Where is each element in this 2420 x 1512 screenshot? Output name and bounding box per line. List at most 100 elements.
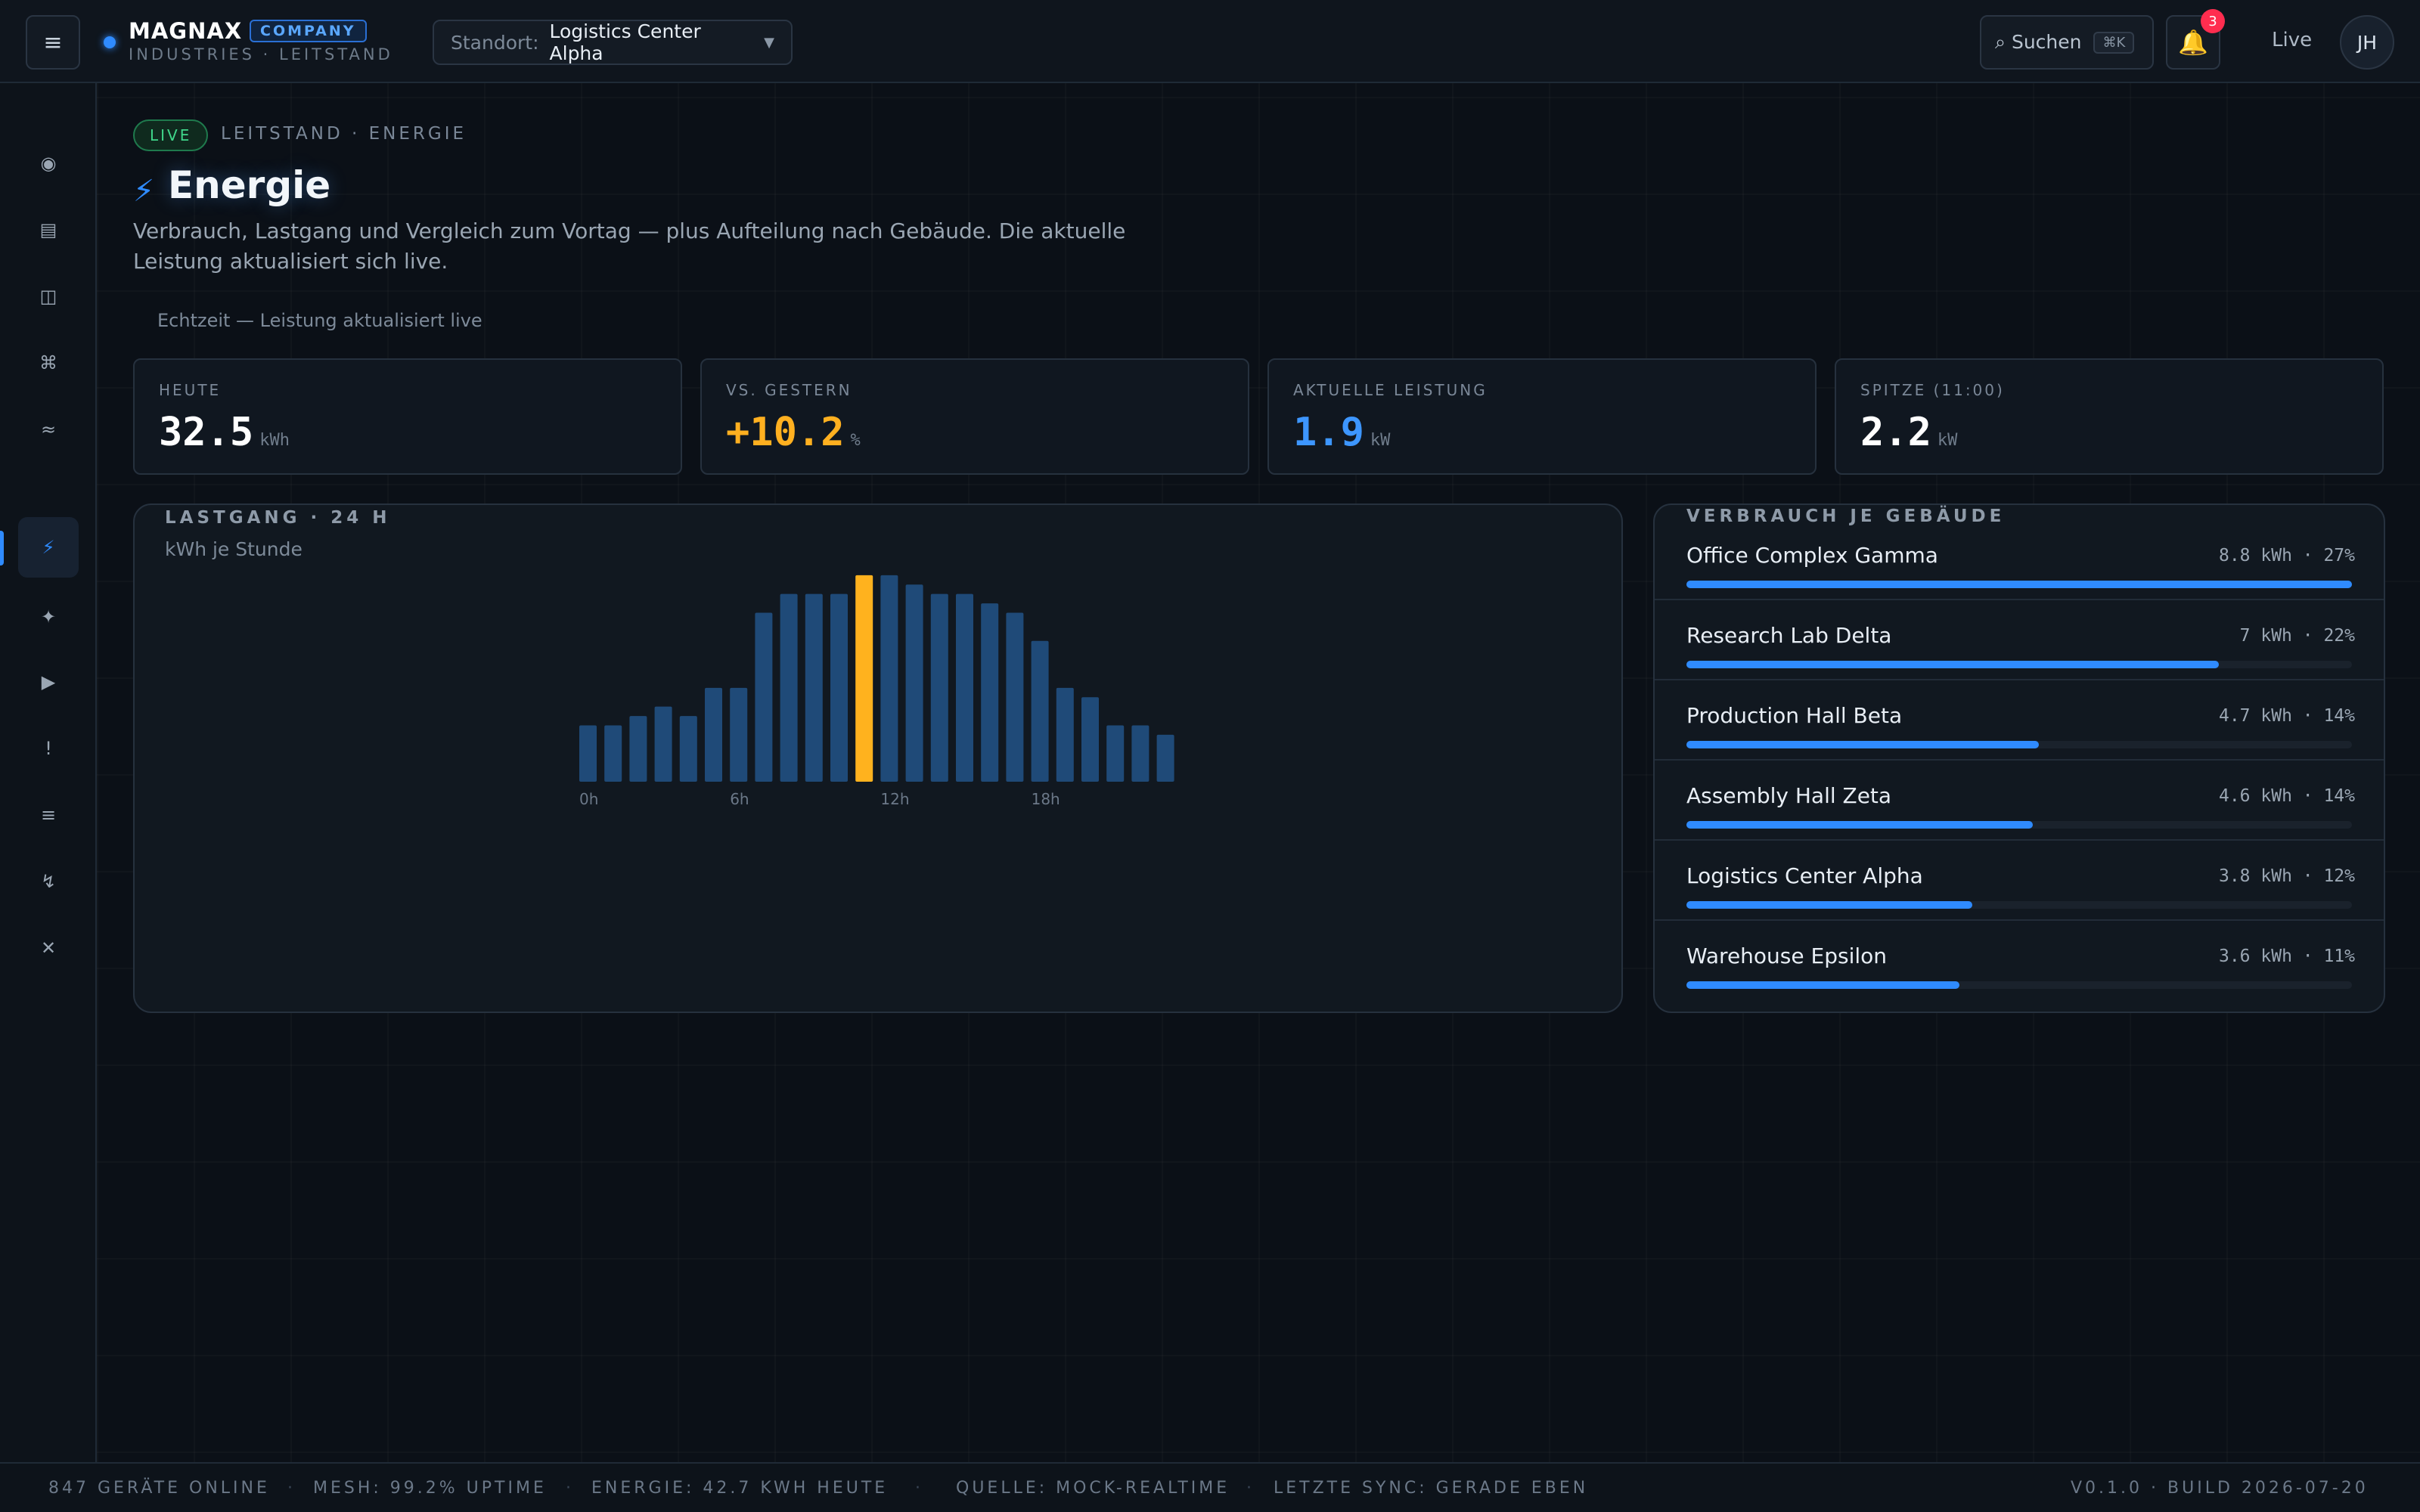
kpi-unit: kW: [1937, 431, 1958, 450]
chart-bar-7: [755, 612, 773, 782]
building-name: Assembly Hall Zeta: [1686, 783, 1892, 808]
building-consumption-panel: VERBRAUCH JE GEBÄUDE Office Complex Gamm…: [1653, 503, 2385, 1013]
building-row[interactable]: Logistics Center Alpha 3.8 kWh · 12%: [1655, 841, 2384, 921]
menu-icon[interactable]: ≡: [26, 15, 80, 70]
site-select-label: Standort:: [451, 31, 539, 54]
kpi-card-today: HEUTE 32.5 kWh: [133, 358, 682, 475]
chart-bar-12: [880, 575, 898, 782]
building-row[interactable]: Assembly Hall Zeta 4.6 kWh · 14%: [1655, 761, 2384, 841]
chart-bar-19: [1056, 687, 1074, 782]
kpi-unit: kWh: [259, 431, 290, 450]
chart-bar-0: [579, 725, 597, 782]
brand-badge: COMPANY: [250, 20, 367, 42]
search-button[interactable]: ⌕ Suchen ⌘K: [1980, 15, 2154, 70]
building-bar-track: [1686, 901, 2352, 909]
sidebar-item-overview[interactable]: ◉: [18, 133, 79, 194]
kpi-value: 1.9: [1293, 410, 1364, 455]
site-select[interactable]: Standort: Logistics Center Alpha ▼: [433, 20, 793, 65]
sidebar-item-logs[interactable]: ≡: [18, 785, 79, 845]
sidebar-active-marker: [0, 531, 4, 565]
sidebar-item-network[interactable]: ⌘: [18, 333, 79, 393]
chart-tick-label: 18h: [1032, 790, 1060, 808]
kpi-value: +10.2: [726, 410, 845, 455]
chart-bar-1: [604, 725, 622, 782]
building-bar-fill: [1686, 741, 2040, 748]
footer-mesh: MESH: 99.2% UPTIME: [313, 1479, 547, 1498]
realtime-note: Echtzeit — Leistung aktualisiert live: [157, 310, 482, 331]
chart-tick-label: 0h: [579, 790, 598, 808]
kpi-unit: %: [850, 431, 861, 450]
chart-bar-15: [956, 593, 973, 782]
building-bar-fill: [1686, 661, 2219, 668]
load-chart: 0h 6h 12h 18h: [579, 575, 1174, 808]
chart-bar-9: [805, 593, 823, 782]
building-name: Warehouse Epsilon: [1686, 943, 1888, 968]
kpi-label: HEUTE: [159, 381, 222, 399]
kpi-value: 32.5: [159, 410, 254, 455]
building-value: 4.6 kWh · 14%: [2218, 786, 2355, 806]
sidebar-item-power[interactable]: ↯: [18, 851, 79, 912]
building-value: 7 kWh · 22%: [2239, 626, 2355, 646]
live-button[interactable]: Live: [2272, 29, 2312, 51]
building-row[interactable]: Research Lab Delta 7 kWh · 22%: [1655, 600, 2384, 680]
kpi-value: 2.2: [1860, 410, 1931, 455]
top-bar: ≡ MAGNAX COMPANY INDUSTRIES · LEITSTAND …: [0, 0, 2420, 83]
sidebar-item-climate[interactable]: ≈: [18, 399, 79, 460]
chart-bar-23: [1156, 734, 1174, 782]
building-value: 3.8 kWh · 12%: [2218, 866, 2355, 886]
sidebar-item-automation[interactable]: ▶: [18, 652, 79, 712]
footer-source: QUELLE: MOCK-REALTIME: [956, 1479, 1230, 1498]
live-status-pill: LIVE: [133, 119, 209, 151]
sidebar-item-lighting[interactable]: ✦: [18, 587, 79, 647]
sidebar-item-settings[interactable]: ✕: [18, 918, 79, 978]
chart-bar-14: [930, 593, 948, 782]
chart-bar-5: [705, 687, 722, 782]
footer-sync: LETZTE SYNC: GERADE EBEN: [1274, 1479, 1589, 1498]
search-label: ⌕ Suchen: [1995, 31, 2082, 53]
chart-bar-3: [654, 706, 672, 782]
sidebar-item-energy[interactable]: ⚡: [18, 517, 79, 578]
kpi-label: SPITZE (11:00): [1860, 381, 2005, 399]
brand-name: MAGNAX: [129, 18, 243, 44]
chart-bar-6: [730, 687, 748, 782]
building-bar-track: [1686, 661, 2352, 668]
building-row[interactable]: Warehouse Epsilon 3.6 kWh · 11%: [1655, 921, 2384, 1001]
brand-status-dot: [104, 36, 116, 48]
avatar[interactable]: JH: [2340, 15, 2394, 70]
building-value: 8.8 kWh · 27%: [2218, 546, 2355, 565]
footer-devices: 847 GERÄTE ONLINE: [48, 1479, 270, 1498]
sidebar-item-alerts[interactable]: !: [18, 718, 79, 779]
footer-separator: ·: [915, 1479, 923, 1498]
sidebar-item-rooms[interactable]: ◫: [18, 266, 79, 327]
page-title: Energie: [168, 163, 331, 207]
chart-bar-2: [629, 716, 647, 782]
footer-version: V0.1.0 · BUILD 2026-07-20: [2071, 1479, 2369, 1498]
chart-bar-10: [830, 593, 848, 782]
chart-tick-label: 6h: [730, 790, 749, 808]
chart-bar-20: [1081, 697, 1099, 782]
kpi-value-row: 1.9 kW: [1293, 410, 1390, 455]
building-bar-track: [1686, 821, 2352, 829]
brand-subtitle: INDUSTRIES · LEITSTAND: [129, 45, 393, 64]
building-value: 3.6 kWh · 11%: [2218, 947, 2355, 966]
footer-separator: ·: [287, 1479, 296, 1498]
kpi-card-vs-yesterday: VS. GESTERN +10.2%: [700, 358, 1249, 475]
search-shortcut: ⌘K: [2093, 31, 2135, 54]
chart-bar-16: [981, 603, 999, 782]
kpi-value-row: 32.5 kWh: [159, 410, 290, 455]
lightning-icon: ⚡: [133, 174, 155, 209]
kpi-value-row: 2.2 kW: [1860, 410, 1957, 455]
building-row[interactable]: Production Hall Beta 4.7 kWh · 14%: [1655, 680, 2384, 761]
footer-energy: ENERGIE: 42.7 KWH HEUTE: [591, 1479, 889, 1498]
sidebar-item-devices[interactable]: ▤: [18, 200, 79, 260]
building-name: Office Complex Gamma: [1686, 543, 1938, 568]
building-name: Production Hall Beta: [1686, 703, 1903, 728]
chart-bar-11: [855, 575, 873, 782]
chart-bar-18: [1031, 640, 1049, 782]
chart-bar-17: [1006, 612, 1024, 782]
page-description: Verbrauch, Lastgang und Vergleich zum Vo…: [133, 218, 1126, 274]
building-row[interactable]: Office Complex Gamma 8.8 kWh · 27%: [1655, 520, 2384, 600]
kpi-unit: kW: [1370, 431, 1391, 450]
footer-separator: ·: [566, 1479, 574, 1498]
chart-bar-4: [679, 716, 697, 782]
